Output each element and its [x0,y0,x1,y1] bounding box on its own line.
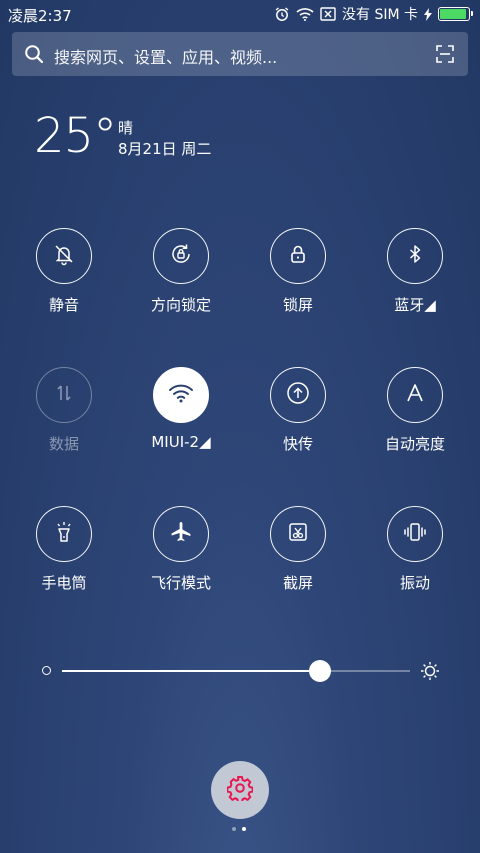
brightness-thumb[interactable] [308,660,331,682]
toggle-bluetooth-circle[interactable] [387,228,443,284]
page-dot-active [242,827,246,831]
toggle-label: 静音 [48,296,79,314]
toggle-airplane-circle[interactable] [153,506,209,562]
toggle-rotation-lock[interactable]: 方向锁定 [123,228,239,315]
toggle-auto-brightness-circle[interactable] [387,367,443,423]
bluetooth-icon [403,242,427,270]
carrier-text: 没有 SIM 卡 [342,7,418,23]
toggle-wifi-circle[interactable] [153,367,209,423]
toggle-flashlight-circle[interactable] [36,506,92,562]
status-bar: 凌晨2:37 没有 SIM 卡 [0,0,480,28]
flashlight-icon [52,520,76,548]
toggle-lock-screen[interactable]: 锁屏 [240,228,356,315]
toggle-label: 锁屏 [282,296,313,314]
weather-temperature[interactable]: 25° [34,108,117,164]
battery-icon [438,7,473,21]
lock-icon [286,242,310,270]
toggle-label: 截屏 [282,574,313,592]
alarm-icon [274,6,290,22]
airplane-icon [169,520,193,548]
toggle-vibrate[interactable]: 振动 [357,506,473,593]
toggle-label: 快传 [282,435,313,453]
toggle-silent[interactable]: 静音 [6,228,122,315]
toggle-label: 手电筒 [41,574,87,592]
toggle-label: 飞行模式 [150,574,211,592]
wifi-status-icon [296,7,314,21]
status-time: 凌晨2:37 [8,7,72,25]
brightness-filled-track [62,670,320,672]
vibrate-icon [402,520,428,548]
brightness-low-icon [42,666,51,675]
toggle-auto-brightness[interactable]: 自动亮度 [357,367,473,454]
toggle-flashlight[interactable]: 手电筒 [6,506,122,593]
toggle-vibrate-circle[interactable] [387,506,443,562]
toggle-screenshot-circle[interactable] [270,506,326,562]
page-indicator [232,827,246,831]
toggle-label: 自动亮度 [384,435,445,453]
brightness-slider[interactable] [40,656,440,686]
toggle-silent-circle[interactable] [36,228,92,284]
toggle-quick-transfer[interactable]: 快传 [240,367,356,454]
toggle-bluetooth[interactable]: 蓝牙◢ [357,228,473,315]
brightness-high-icon [420,661,440,685]
toggle-lock-screen-circle[interactable] [270,228,326,284]
toggle-label: 振动 [399,574,430,592]
gear-icon [226,775,254,805]
auto-brightness-icon [403,381,427,409]
weather-date: 8月21日 周二 [118,140,212,158]
search-placeholder: 搜索网页、设置、应用、视频... [54,48,278,67]
toggle-label: MIUI-2◢ [151,433,211,451]
toggle-label: 数据 [48,435,79,453]
toggle-label: 蓝牙◢ [394,296,436,314]
weather-condition: 晴 [118,119,134,137]
brightness-track[interactable] [62,670,410,672]
scan-icon[interactable] [436,45,454,67]
toggle-wifi[interactable]: MIUI-2◢ [123,367,239,451]
wifi-icon [168,382,194,408]
toggle-label: 方向锁定 [150,296,211,314]
rotation-lock-icon [169,242,193,270]
toggle-screenshot[interactable]: 截屏 [240,506,356,593]
charging-icon [424,7,432,21]
battery-fill [440,9,466,19]
upload-icon [285,380,311,410]
search-bar[interactable]: 搜索网页、设置、应用、视频... [12,32,468,76]
screenshot-icon [286,520,310,548]
page-dot [232,827,236,831]
no-sim-icon [320,7,336,21]
data-arrows-icon [52,381,76,409]
silent-bell-icon [52,242,76,270]
toggle-data-circle[interactable] [36,367,92,423]
search-icon [24,44,44,68]
status-icons: 没有 SIM 卡 [274,4,473,24]
toggle-airplane[interactable]: 飞行模式 [123,506,239,593]
toggle-rotation-lock-circle[interactable] [153,228,209,284]
toggle-data[interactable]: 数据 [6,367,122,454]
settings-button[interactable] [211,761,269,819]
toggle-quick-transfer-circle[interactable] [270,367,326,423]
